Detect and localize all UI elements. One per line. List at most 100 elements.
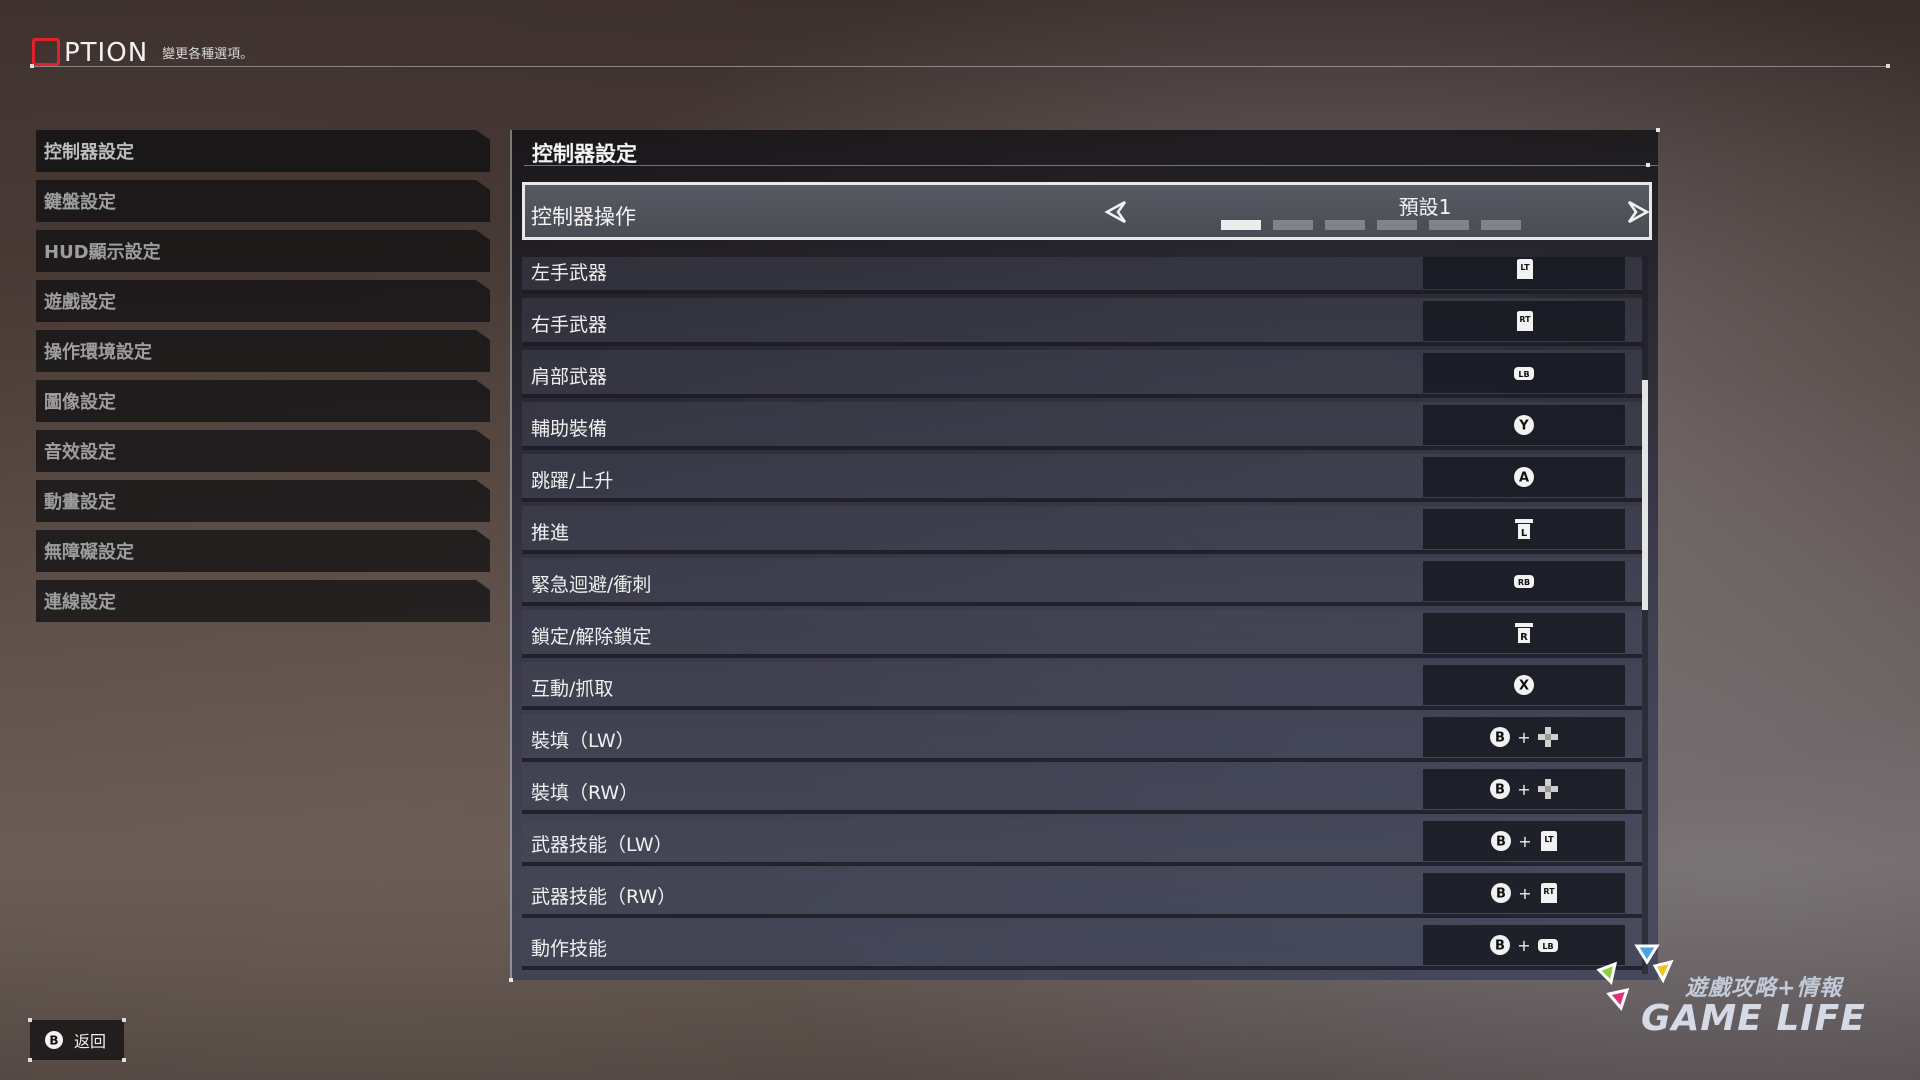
x-button-icon: X (1514, 675, 1534, 695)
b-button-icon: B (45, 1031, 63, 1049)
key-binding-row[interactable]: 鎖定/解除鎖定 R (522, 610, 1642, 658)
b-button-icon: B (1490, 779, 1511, 799)
back-corner-dot (28, 1018, 32, 1022)
back-label: 返回 (74, 1032, 107, 1051)
binding-key-slot[interactable]: A (1423, 457, 1625, 497)
preset-page-indicator (1221, 220, 1533, 230)
sidebar-item-graphics[interactable]: 圖像設定 (36, 380, 490, 422)
key-binding-row[interactable]: 跳躍/上升 A (522, 454, 1642, 502)
b-button-icon: B (1490, 935, 1511, 955)
svg-text:X: X (1519, 679, 1529, 694)
key-binding-row[interactable]: 肩部武器 LB (522, 350, 1642, 398)
key-binding-row[interactable]: 左手武器 LT (522, 257, 1642, 294)
binding-action-label: 動作技能 (531, 938, 608, 960)
sidebar-item-hud[interactable]: HUD顯示設定 (36, 230, 490, 272)
binding-action-label: 互動/抓取 (531, 678, 614, 700)
svg-text:Y: Y (1518, 419, 1529, 434)
header-subtitle: 變更各種選項。 (162, 47, 254, 62)
binding-key-slot[interactable]: B + (1423, 717, 1625, 757)
back-button[interactable]: B 返回 (28, 1018, 126, 1062)
controller-preset-selector[interactable]: 控制器操作 預設1 (522, 182, 1652, 240)
l-stick-click-icon: L (1515, 519, 1533, 539)
scrollbar-track[interactable] (1642, 256, 1648, 974)
binding-action-label: 肩部武器 (531, 366, 608, 388)
svg-text:RB: RB (1518, 578, 1530, 587)
key-binding-row[interactable]: 武器技能（RW） B + RT (522, 870, 1642, 918)
key-binding-row[interactable]: 動作技能 B + LB (522, 922, 1642, 970)
binding-key-slot[interactable]: RT (1423, 301, 1625, 341)
key-binding-row[interactable]: 裝填（RW） B + (522, 766, 1642, 814)
scrollbar-thumb[interactable] (1642, 380, 1648, 610)
preset-page-dot (1325, 220, 1365, 230)
key-binding-row[interactable]: 武器技能（LW） B + LT (522, 818, 1642, 866)
header-divider (30, 66, 1890, 67)
preset-page-dot (1377, 220, 1417, 230)
dpad-icon (1537, 779, 1558, 799)
sidebar-item-accessibility[interactable]: 無障礙設定 (36, 530, 490, 572)
arrow-left-icon[interactable] (1103, 198, 1131, 226)
key-binding-row[interactable]: 輔助裝備 Y (522, 402, 1642, 450)
svg-text:B: B (1495, 939, 1505, 954)
plus-sign: + (1518, 883, 1532, 903)
binding-key-slot[interactable]: LT (1423, 257, 1625, 289)
binding-key-slot[interactable]: RB (1423, 561, 1625, 601)
binding-key-slot[interactable]: LB (1423, 353, 1625, 393)
b-button-glyph: B (49, 1034, 58, 1048)
panel-corner-dot (509, 978, 513, 982)
plus-sign: + (1517, 727, 1531, 747)
svg-text:LT: LT (1520, 263, 1530, 272)
sidebar-item-game[interactable]: 遊戲設定 (36, 280, 490, 322)
dpad-icon (1537, 727, 1558, 747)
sidebar-item-animation[interactable]: 動畫設定 (36, 480, 490, 522)
key-binding-row[interactable]: 緊急迴避/衝刺 RB (522, 558, 1642, 606)
arrow-right-icon[interactable] (1623, 198, 1651, 226)
binding-key-slot[interactable]: B + LT (1423, 821, 1625, 861)
binding-action-label: 武器技能（LW） (531, 834, 673, 856)
rt-trigger-icon: RT (1540, 883, 1557, 903)
option-header: PTION 變更各種選項。 (32, 26, 253, 66)
binding-key-slot[interactable]: Y (1423, 405, 1625, 445)
binding-key-slot[interactable]: B + (1423, 769, 1625, 809)
sidebar-item-controller[interactable]: 控制器設定 (36, 130, 490, 172)
back-corner-dot (122, 1058, 126, 1062)
lb-bumper-icon: LB (1537, 939, 1558, 952)
panel-title: 控制器設定 (532, 142, 637, 166)
svg-text:LB: LB (1542, 942, 1553, 951)
preset-page-dot (1481, 220, 1521, 230)
plus-sign: + (1518, 831, 1532, 851)
binding-action-label: 緊急迴避/衝刺 (531, 574, 652, 596)
sidebar-item-sound[interactable]: 音效設定 (36, 430, 490, 472)
binding-action-label: 跳躍/上升 (531, 470, 614, 492)
binding-key-slot[interactable]: X (1423, 665, 1625, 705)
key-binding-list: 左手武器 LT 右手武器 RT 肩部武器 LB 輔助裝備 Y 跳躍/上升 A 推進 L 緊急迴避/衝刺 R… (522, 257, 1642, 975)
binding-action-label: 推進 (531, 522, 570, 544)
svg-text:L: L (1521, 528, 1528, 539)
panel-corner-dot (1656, 128, 1660, 132)
sidebar-item-network[interactable]: 連線設定 (36, 580, 490, 622)
key-binding-row[interactable]: 右手武器 RT (522, 298, 1642, 346)
svg-text:R: R (1520, 632, 1528, 643)
header-divider-dot-left (30, 64, 34, 68)
key-binding-row[interactable]: 互動/抓取 X (522, 662, 1642, 710)
binding-key-slot[interactable]: B + RT (1423, 873, 1625, 913)
settings-category-sidebar: 控制器設定 鍵盤設定 HUD顯示設定 遊戲設定 操作環境設定 圖像設定 音效設定… (36, 130, 490, 630)
sidebar-item-environment[interactable]: 操作環境設定 (36, 330, 490, 372)
key-binding-row[interactable]: 裝填（LW） B + (522, 714, 1642, 762)
watermark-line2: GAME LIFE (1641, 998, 1866, 1039)
rt-trigger-icon: RT (1517, 311, 1533, 331)
preset-label: 控制器操作 (531, 205, 636, 229)
back-corner-dot (28, 1058, 32, 1062)
sidebar-item-keyboard[interactable]: 鍵盤設定 (36, 180, 490, 222)
svg-text:RT: RT (1543, 887, 1555, 896)
svg-text:LB: LB (1518, 370, 1529, 379)
y-button-icon: Y (1514, 415, 1534, 435)
panel-title-divider-dot (1646, 163, 1650, 167)
binding-action-label: 右手武器 (531, 314, 608, 336)
option-logo-text: PTION (64, 38, 149, 68)
key-binding-row[interactable]: 推進 L (522, 506, 1642, 554)
binding-key-slot[interactable]: L (1423, 509, 1625, 549)
binding-key-slot[interactable]: R (1423, 613, 1625, 653)
svg-text:LT: LT (1544, 835, 1554, 844)
plus-sign: + (1517, 935, 1531, 955)
back-corner-dot (122, 1018, 126, 1022)
